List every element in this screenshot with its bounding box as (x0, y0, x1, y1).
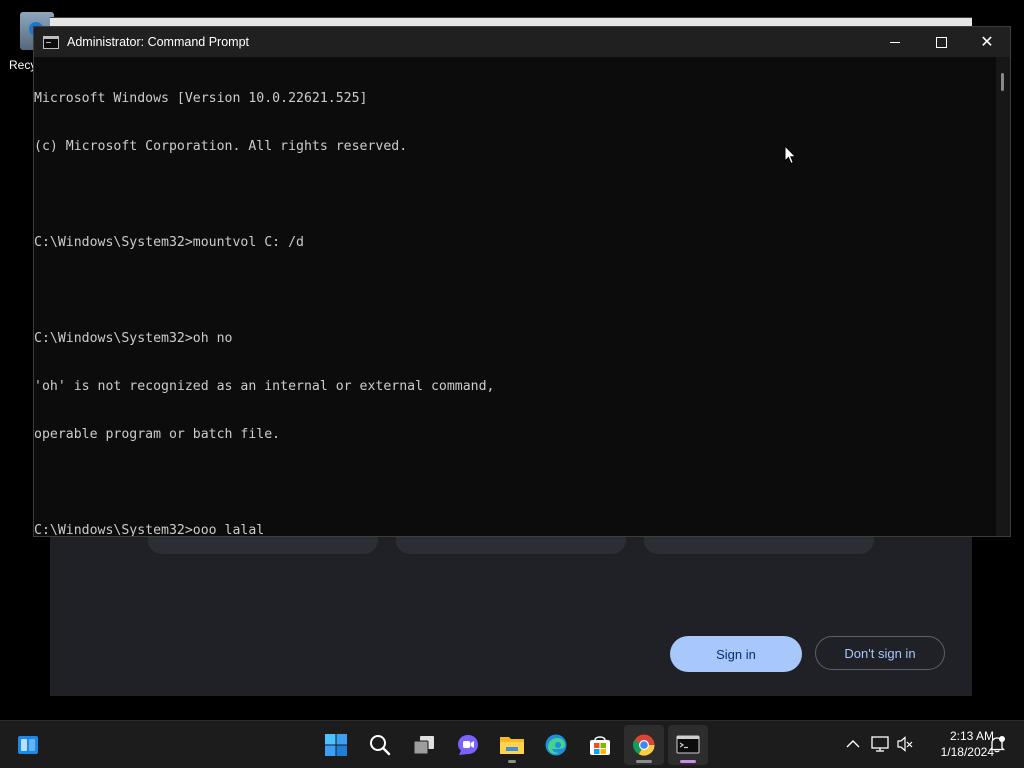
console-line: C:\Windows\System32>ooo lalal (34, 523, 265, 536)
file-explorer-icon (500, 737, 524, 754)
widgets-icon (18, 736, 38, 754)
terminal-icon (676, 735, 700, 754)
chat-button[interactable] (448, 725, 488, 765)
minimize-icon (890, 41, 900, 43)
edge-icon (545, 734, 567, 756)
store-button[interactable] (580, 725, 620, 765)
console-line: C:\Windows\System32>oh no (34, 331, 233, 346)
chat-icon (458, 735, 478, 755)
maximize-button[interactable] (918, 27, 964, 57)
network-icon (871, 736, 889, 752)
notification-bell-icon (988, 736, 1006, 753)
clock-time: 2:13 AM (949, 729, 994, 743)
console-line: operable program or batch file. (34, 427, 281, 442)
console-line: C:\Windows\System32>mountvol C: /d (34, 235, 304, 250)
scrollbar-thumb[interactable] (1001, 73, 1004, 91)
window-title: Administrator: Command Prompt (67, 35, 250, 49)
edge-button[interactable] (536, 725, 576, 765)
chevron-up-icon (846, 740, 860, 748)
running-indicator (636, 760, 652, 763)
clock-date: 1/18/2024 (940, 745, 994, 759)
account-card (148, 536, 378, 554)
window-titlebar[interactable]: Administrator: Command Prompt ✕ (34, 27, 1010, 57)
running-indicator (508, 760, 516, 763)
console-line: Microsoft Windows [Version 10.0.22621.52… (34, 91, 368, 106)
desktop: Recy Sign in Don't sign in Administrator… (0, 0, 1024, 720)
maximize-icon (935, 36, 947, 48)
close-icon: ✕ (980, 32, 994, 51)
volume-muted-icon (897, 736, 913, 752)
file-explorer-button[interactable] (492, 725, 532, 765)
system-clock[interactable]: 2:13 AM 1/18/2024 (920, 728, 994, 760)
command-prompt-window[interactable]: Administrator: Command Prompt ✕ Microsof… (33, 26, 1011, 537)
sign-in-button[interactable]: Sign in (670, 636, 802, 672)
console-output[interactable]: Microsoft Windows [Version 10.0.22621.52… (34, 57, 996, 536)
account-card (644, 536, 874, 554)
chrome-icon (633, 734, 655, 756)
console-line: 'oh' is not recognized as an internal or… (34, 379, 495, 394)
network-button[interactable] (870, 733, 890, 755)
start-icon (325, 734, 347, 756)
chrome-button[interactable] (624, 725, 664, 765)
cmd-app-icon (43, 35, 59, 49)
store-icon (590, 736, 610, 755)
dont-sign-in-button[interactable]: Don't sign in (815, 636, 945, 670)
widgets-button[interactable] (8, 725, 48, 765)
task-view-button[interactable] (404, 725, 444, 765)
taskbar: 2:13 AM 1/18/2024 (0, 720, 1024, 768)
search-icon (370, 735, 391, 756)
notifications-button[interactable] (987, 733, 1007, 755)
console-line: (c) Microsoft Corporation. All rights re… (34, 139, 408, 154)
task-view-icon (413, 736, 434, 755)
search-button[interactable] (360, 725, 400, 765)
volume-button[interactable] (895, 733, 915, 755)
mouse-cursor-icon (784, 145, 797, 165)
active-indicator (680, 760, 696, 763)
minimize-button[interactable] (872, 27, 918, 57)
show-hidden-icons-button[interactable] (843, 733, 863, 755)
start-button[interactable] (316, 725, 356, 765)
close-button[interactable]: ✕ (964, 27, 1010, 57)
vertical-scrollbar[interactable] (996, 57, 1010, 536)
account-card (396, 536, 626, 554)
terminal-button[interactable] (668, 725, 708, 765)
